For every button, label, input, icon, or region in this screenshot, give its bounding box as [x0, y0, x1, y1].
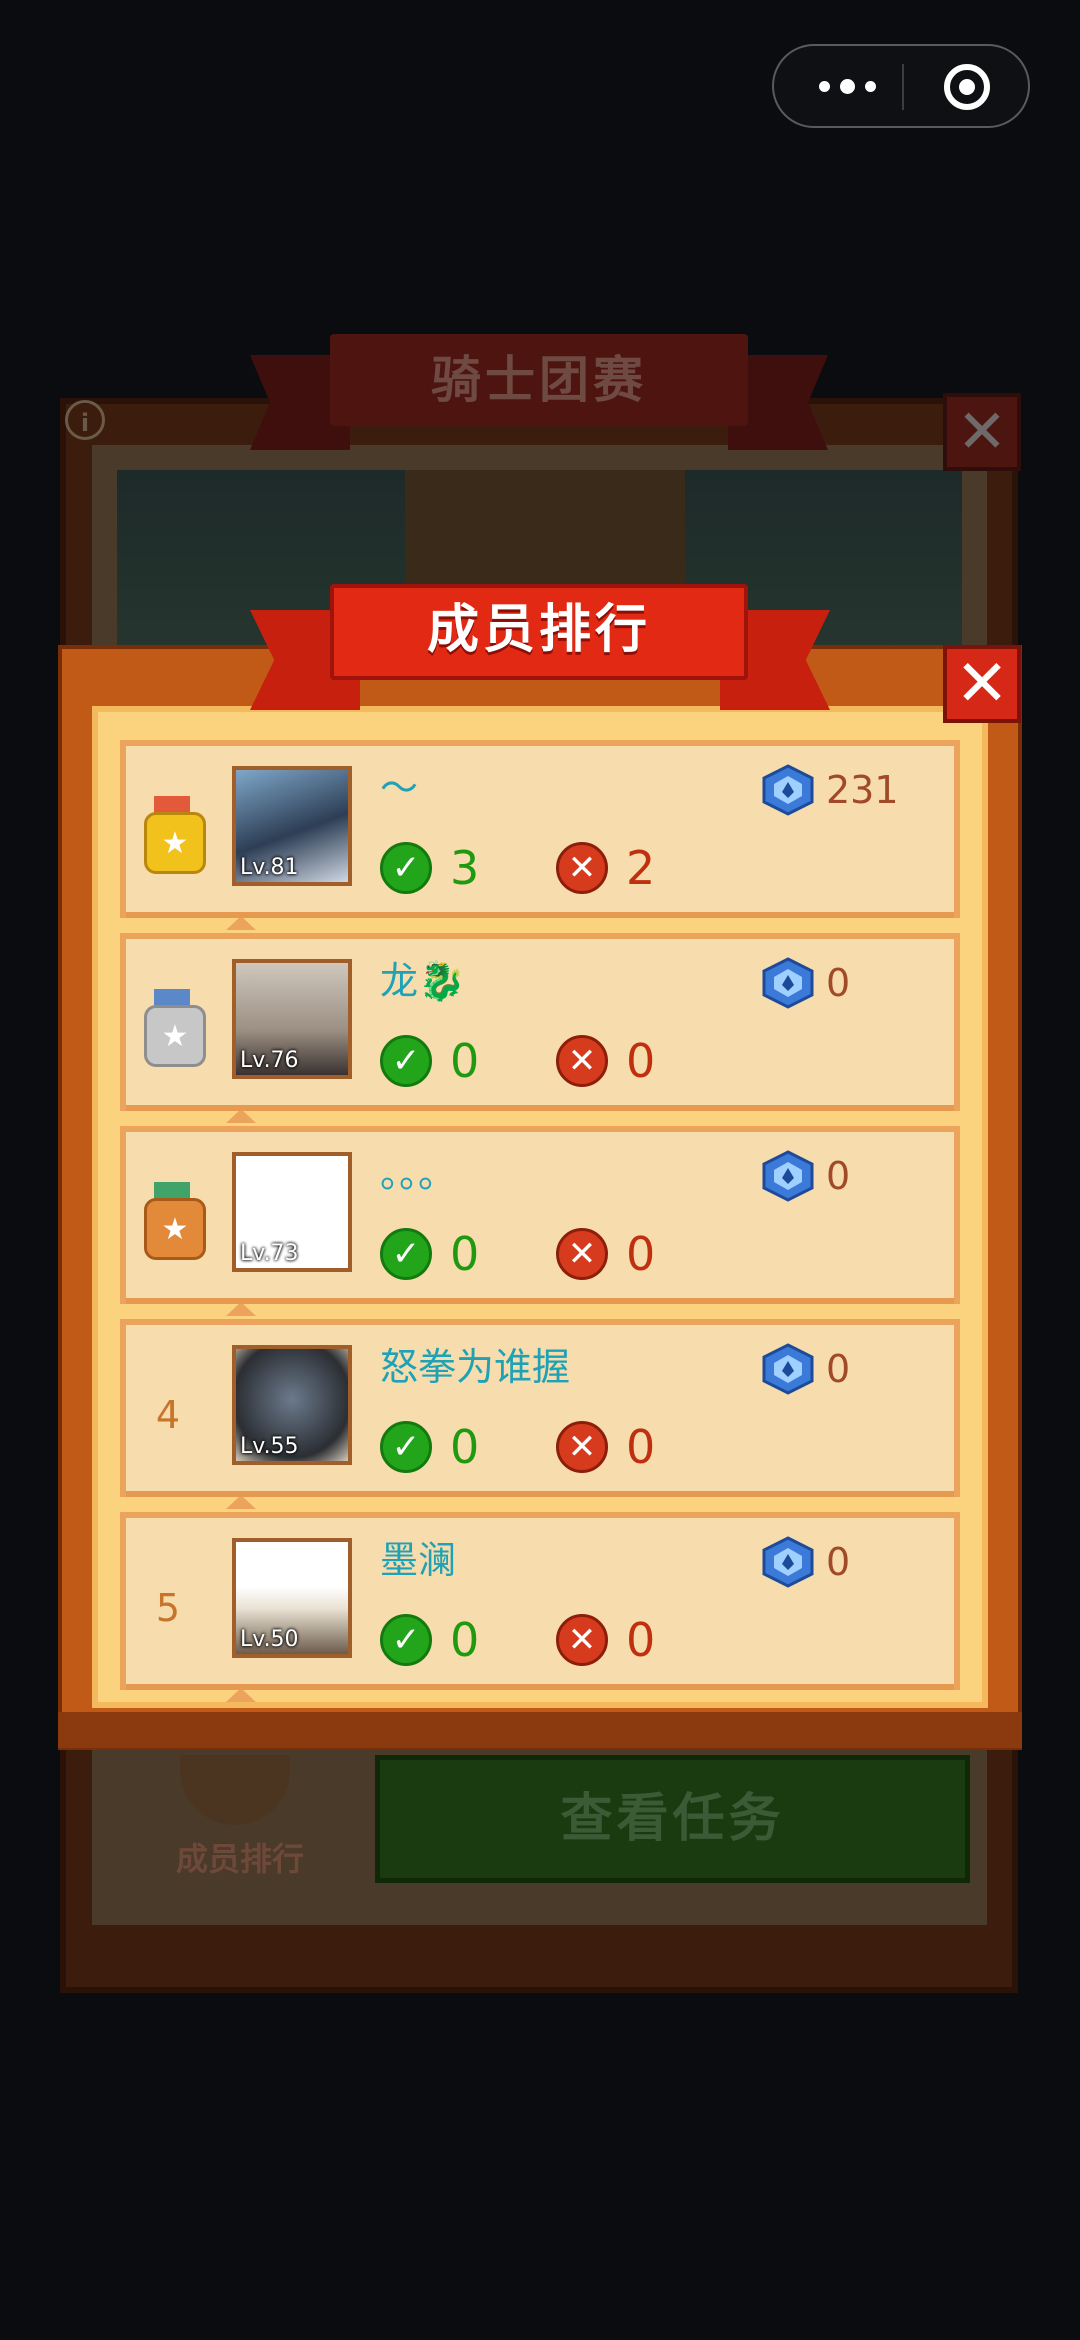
member-row: ★ Lv.76 龙🐉 0 ✓ 0 ✕ 0 [120, 933, 960, 1123]
cross-icon: ✕ [556, 1228, 608, 1280]
member-name: 怒拳为谁握 [380, 1345, 571, 1389]
more-options-icon[interactable] [812, 64, 882, 108]
member-row: ★ Lv.81 ～ 231 ✓ 3 ✕ 2 [120, 740, 960, 930]
score-value: 0 [826, 961, 851, 1005]
avatar[interactable]: Lv.50 [232, 1538, 352, 1658]
background-title: 骑士团赛 [431, 351, 647, 409]
level-badge: Lv.55 [240, 1434, 299, 1459]
losses-count: 0 [626, 1034, 656, 1088]
cross-icon: ✕ [556, 1614, 608, 1666]
losses-count: 2 [626, 841, 656, 895]
check-icon: ✓ [380, 1035, 432, 1087]
rank-shield-icon [762, 1536, 814, 1588]
member-name: 龙🐉 [380, 959, 466, 1003]
avatar[interactable]: Lv.55 [232, 1345, 352, 1465]
losses-count: 0 [626, 1420, 656, 1474]
wins-count: 0 [450, 1420, 480, 1474]
miniprogram-capsule [772, 44, 1030, 128]
cross-icon: ✕ [556, 1421, 608, 1473]
score-value: 0 [826, 1540, 851, 1584]
wins-count: 0 [450, 1227, 480, 1281]
member-row: 4 Lv.55 怒拳为谁握 0 ✓ 0 ✕ 0 [120, 1319, 960, 1509]
bronze-medal-icon: ★ [142, 1182, 206, 1260]
rank-shield-icon [762, 764, 814, 816]
member-name: 。。。 [380, 1152, 457, 1196]
capsule-divider [902, 64, 904, 110]
wins-count: 3 [450, 841, 480, 895]
view-tasks-button: 查看任务 [375, 1755, 970, 1883]
close-icon[interactable]: ✕ [943, 645, 1021, 723]
wins-count: 0 [450, 1034, 480, 1088]
modal-title: 成员排行 [426, 600, 651, 660]
member-name: 墨澜 [380, 1538, 457, 1582]
background-close-icon: ✕ [943, 393, 1021, 471]
check-icon: ✓ [380, 1421, 432, 1473]
cross-icon: ✕ [556, 1035, 608, 1087]
avatar[interactable]: Lv.76 [232, 959, 352, 1079]
check-icon: ✓ [380, 1614, 432, 1666]
avatar[interactable]: Lv.81 [232, 766, 352, 886]
rank-number: 5 [155, 1586, 181, 1630]
check-icon: ✓ [380, 1228, 432, 1280]
wins-count: 0 [450, 1613, 480, 1667]
close-miniprogram-icon[interactable] [944, 64, 990, 110]
ranking-modal-base [58, 1712, 1022, 1748]
silver-medal-icon: ★ [142, 989, 206, 1067]
background-ranking-label: 成员排行 [175, 1840, 304, 1878]
score-value: 231 [826, 768, 899, 812]
avatar[interactable]: Lv.73 [232, 1152, 352, 1272]
rank-shield-icon [762, 1150, 814, 1202]
score-value: 0 [826, 1347, 851, 1391]
check-icon: ✓ [380, 842, 432, 894]
info-icon: i [65, 400, 105, 440]
gold-medal-icon: ★ [142, 796, 206, 874]
level-badge: Lv.76 [240, 1048, 299, 1073]
member-name: ～ [380, 766, 419, 810]
losses-count: 0 [626, 1227, 656, 1281]
losses-count: 0 [626, 1613, 656, 1667]
rank-shield-icon [762, 1343, 814, 1395]
rank-shield-icon [762, 957, 814, 1009]
cross-icon: ✕ [556, 842, 608, 894]
level-badge: Lv.50 [240, 1627, 299, 1652]
level-badge: Lv.73 [240, 1241, 299, 1266]
rank-number: 4 [155, 1393, 181, 1437]
score-value: 0 [826, 1154, 851, 1198]
member-row: ★ Lv.73 。。。 0 ✓ 0 ✕ 0 [120, 1126, 960, 1316]
level-badge: Lv.81 [240, 855, 299, 880]
member-row: 5 Lv.50 墨澜 0 ✓ 0 ✕ 0 [120, 1512, 960, 1702]
